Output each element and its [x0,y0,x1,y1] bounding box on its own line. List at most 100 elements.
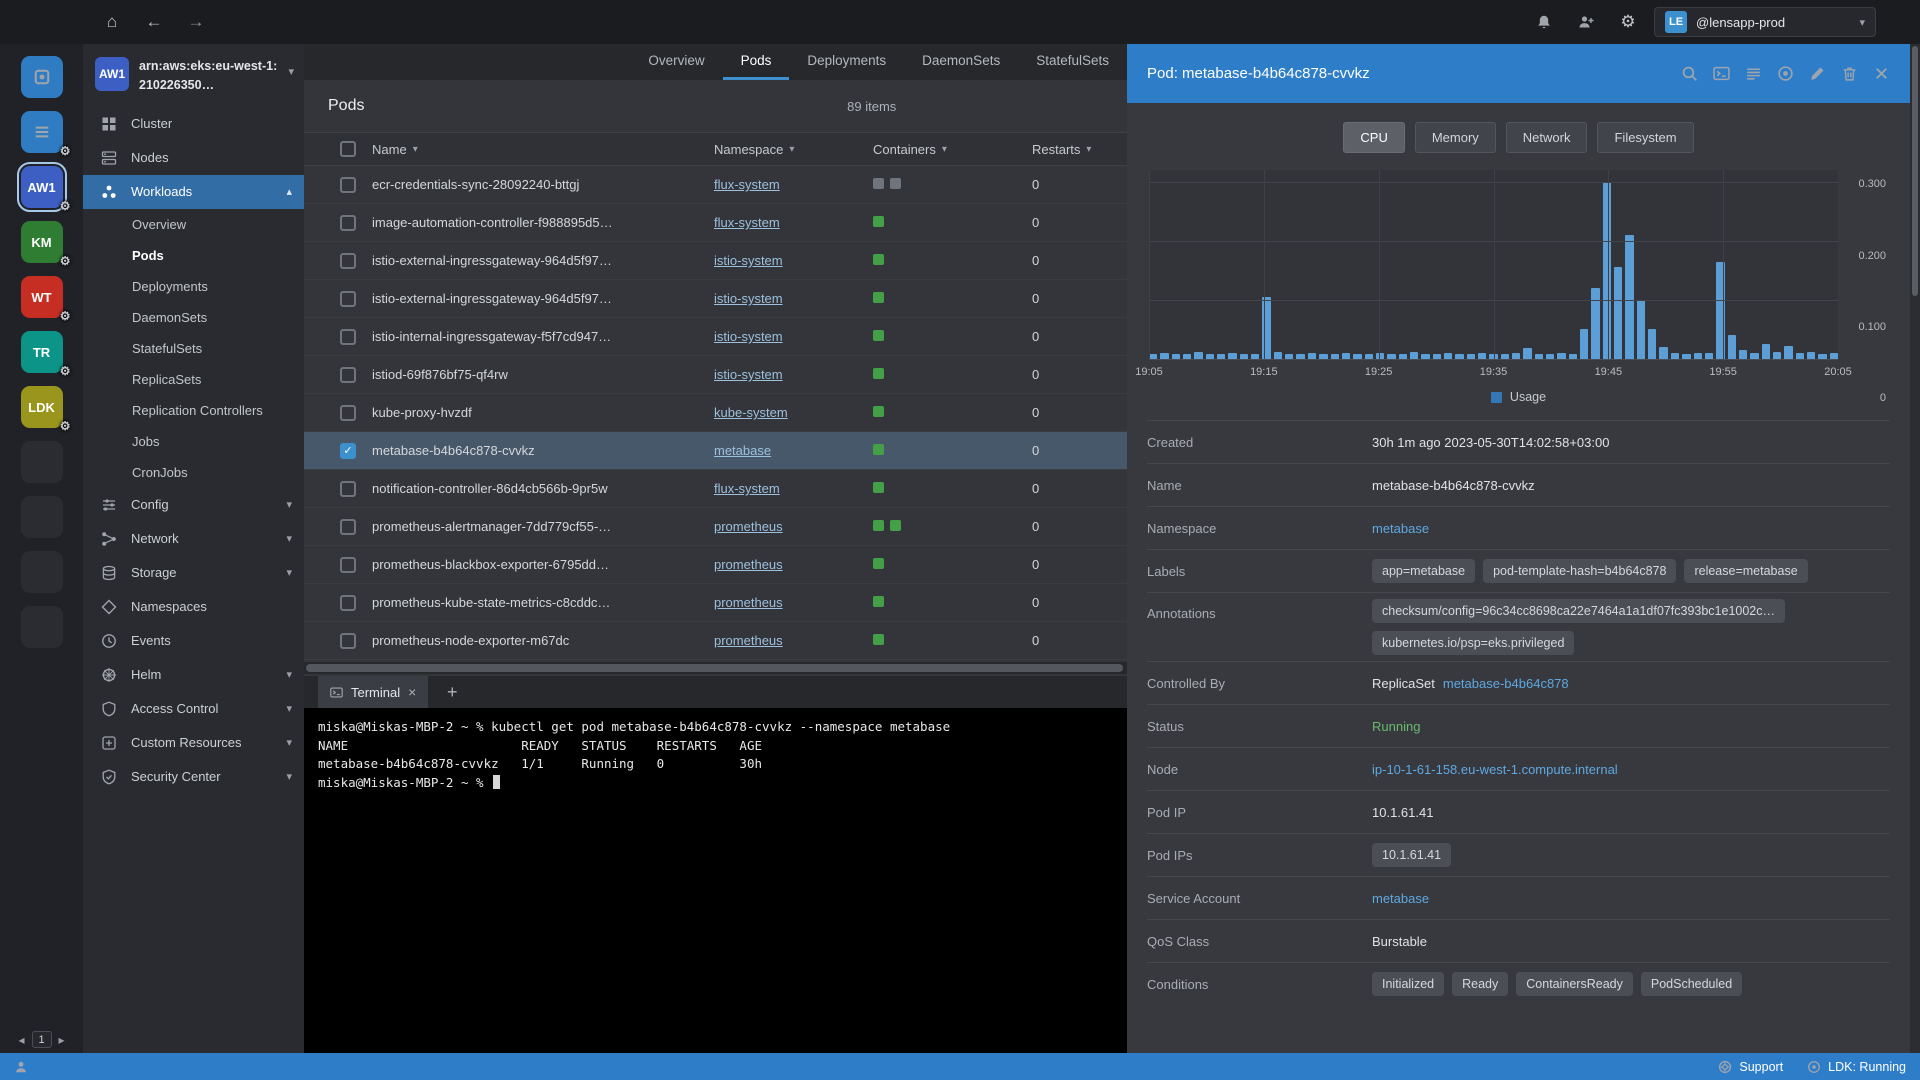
detail-link[interactable]: metabase [1372,891,1429,906]
hotbar-menu-button[interactable]: ⚙ [20,111,71,158]
tab-statefulsets[interactable]: StatefulSets [1018,44,1127,80]
hotbar-cluster-tr[interactable]: TR ⚙ [20,331,71,378]
tab-overview[interactable]: Overview [630,44,722,80]
pod-row[interactable]: ✓ metabase-b4b64c878-cvvkz metabase 0 [304,432,1127,470]
sidebar-subitem-statefulsets[interactable]: StatefulSets [83,333,304,364]
detail-link[interactable]: ip-10-1-61-158.eu-west-1.compute.interna… [1372,762,1618,777]
sidebar-subitem-pods[interactable]: Pods [83,240,304,271]
pod-row[interactable]: ecr-credentials-sync-28092240-bttgj flux-… [304,166,1127,204]
namespace-link[interactable]: prometheus [714,595,783,610]
select-all-checkbox[interactable] [340,141,356,157]
scrollbar-thumb[interactable] [306,664,1123,672]
support-button[interactable]: Support [1718,1060,1783,1074]
sidebar-item-storage[interactable]: Storage ▾ [83,556,304,590]
sidebar-item-events[interactable]: Events [83,624,304,658]
metrics-tab-cpu[interactable]: CPU [1343,122,1405,153]
hotbar-cluster-km[interactable]: KM ⚙ [20,221,71,268]
row-checkbox[interactable] [340,290,356,307]
namespace-link[interactable]: istio-system [714,329,783,344]
pod-row[interactable]: istio-internal-ingressgateway-f5f7cd947…… [304,318,1127,356]
row-checkbox[interactable] [340,518,356,535]
row-checkbox[interactable] [340,252,356,269]
close-terminal-icon[interactable]: × [408,684,416,700]
sidebar-item-nodes[interactable]: Nodes [83,141,304,175]
tab-deployments[interactable]: Deployments [789,44,904,80]
sidebar-subitem-overview[interactable]: Overview [83,209,304,240]
namespace-link[interactable]: prometheus [714,519,783,534]
pod-row[interactable]: prometheus-node-exporter-m67dc prometheus… [304,622,1127,660]
cluster-status[interactable]: LDK: Running [1807,1060,1906,1074]
attach-pod-icon[interactable] [1777,65,1794,82]
pod-row[interactable]: prometheus-alertmanager-7dd779cf55-… prom… [304,508,1127,546]
namespace-link[interactable]: istio-system [714,253,783,268]
pod-row[interactable]: istio-external-ingressgateway-964d5f97… i… [304,242,1127,280]
pod-shell-icon[interactable] [1713,65,1730,82]
metrics-tab-memory[interactable]: Memory [1414,122,1496,153]
sidebar-item-config[interactable]: Config ▾ [83,488,304,522]
settings-gear-icon[interactable]: ⚙ [60,144,71,158]
sidebar-item-helm[interactable]: Helm ▾ [83,658,304,692]
namespace-link[interactable]: flux-system [714,481,780,496]
notifications-bell-icon[interactable] [1528,6,1560,38]
search-icon[interactable] [1681,65,1698,82]
namespace-link[interactable]: flux-system [714,215,780,230]
row-checkbox[interactable] [340,328,356,345]
namespace-link[interactable]: prometheus [714,557,783,572]
namespace-link[interactable]: metabase [714,443,771,458]
sidebar-item-security-center[interactable]: Security Center ▾ [83,760,304,794]
tab-pods[interactable]: Pods [722,44,790,80]
terminal-tab[interactable]: Terminal × [318,676,429,708]
row-checkbox[interactable] [340,632,356,649]
catalog-button[interactable] [20,56,63,98]
namespace-link[interactable]: istio-system [714,291,783,306]
horizontal-scrollbar[interactable] [304,662,1127,674]
hotbar-cluster-ldk[interactable]: LDK ⚙ [20,386,71,433]
row-checkbox[interactable] [340,556,356,573]
edit-icon[interactable] [1809,65,1826,82]
scrollbar-thumb[interactable] [1912,46,1918,296]
sidebar-subitem-jobs[interactable]: Jobs [83,426,304,457]
row-checkbox[interactable] [340,404,356,421]
home-button[interactable]: ⌂ [96,6,128,38]
delete-icon[interactable] [1841,65,1858,82]
pod-row[interactable]: prometheus-kube-state-metrics-c8cddc… pro… [304,584,1127,622]
settings-gear-icon[interactable]: ⚙ [60,419,71,433]
column-header-namespace[interactable]: Namespace ▾ [714,142,873,157]
sidebar-subitem-daemonsets[interactable]: DaemonSets [83,302,304,333]
row-checkbox[interactable]: ✓ [340,442,356,459]
metrics-tab-filesystem[interactable]: Filesystem [1597,122,1694,153]
hotbar-prev-icon[interactable]: ◂ [18,1033,24,1047]
detail-link[interactable]: metabase [1372,521,1429,536]
sidebar-item-namespaces[interactable]: Namespaces [83,590,304,624]
pod-row[interactable]: istio-external-ingressgateway-964d5f97… i… [304,280,1127,318]
account-menu[interactable]: LE @lensapp-prod ▾ [1654,7,1876,37]
sidebar-item-workloads[interactable]: Workloads ▴ [83,174,304,209]
sidebar-item-custom-resources[interactable]: Custom Resources ▾ [83,726,304,760]
settings-gear-icon[interactable]: ⚙ [60,254,71,268]
new-terminal-button[interactable]: + [440,682,464,703]
forward-button[interactable]: → [180,6,212,38]
sidebar-subitem-replicasets[interactable]: ReplicaSets [83,364,304,395]
vertical-scrollbar[interactable] [1910,44,1920,1053]
namespace-link[interactable]: kube-system [714,405,788,420]
sidebar-subitem-replication-controllers[interactable]: Replication Controllers [83,395,304,426]
sidebar-item-cluster[interactable]: Cluster [83,107,304,141]
sidebar-item-access-control[interactable]: Access Control ▾ [83,692,304,726]
sidebar-subitem-cronjobs[interactable]: CronJobs [83,457,304,488]
pod-logs-icon[interactable] [1745,65,1762,82]
settings-gear-icon[interactable]: ⚙ [60,309,71,323]
pod-row[interactable]: image-automation-controller-f988895d5… fl… [304,204,1127,242]
preferences-gear-icon[interactable]: ⚙ [1612,6,1644,38]
column-header-restarts[interactable]: Restarts ▾ [1032,142,1127,157]
sidebar-subitem-deployments[interactable]: Deployments [83,271,304,302]
settings-gear-icon[interactable]: ⚙ [60,364,71,378]
metrics-tab-network[interactable]: Network [1505,122,1588,153]
row-checkbox[interactable] [340,594,356,611]
cluster-switcher[interactable]: AW1 arn:aws:eks:eu-west-1:210226350… ▾ [83,44,304,107]
detail-link[interactable]: metabase-b4b64c878 [1443,676,1569,691]
close-icon[interactable] [1873,65,1890,82]
add-user-icon[interactable] [1570,6,1602,38]
pod-row[interactable]: notification-controller-86d4cb566b-9pr5w… [304,470,1127,508]
column-header-name[interactable]: Name ▾ [372,142,714,157]
terminal-output[interactable]: miska@Miskas-MBP-2 ~ % kubectl get pod m… [304,708,1127,1053]
